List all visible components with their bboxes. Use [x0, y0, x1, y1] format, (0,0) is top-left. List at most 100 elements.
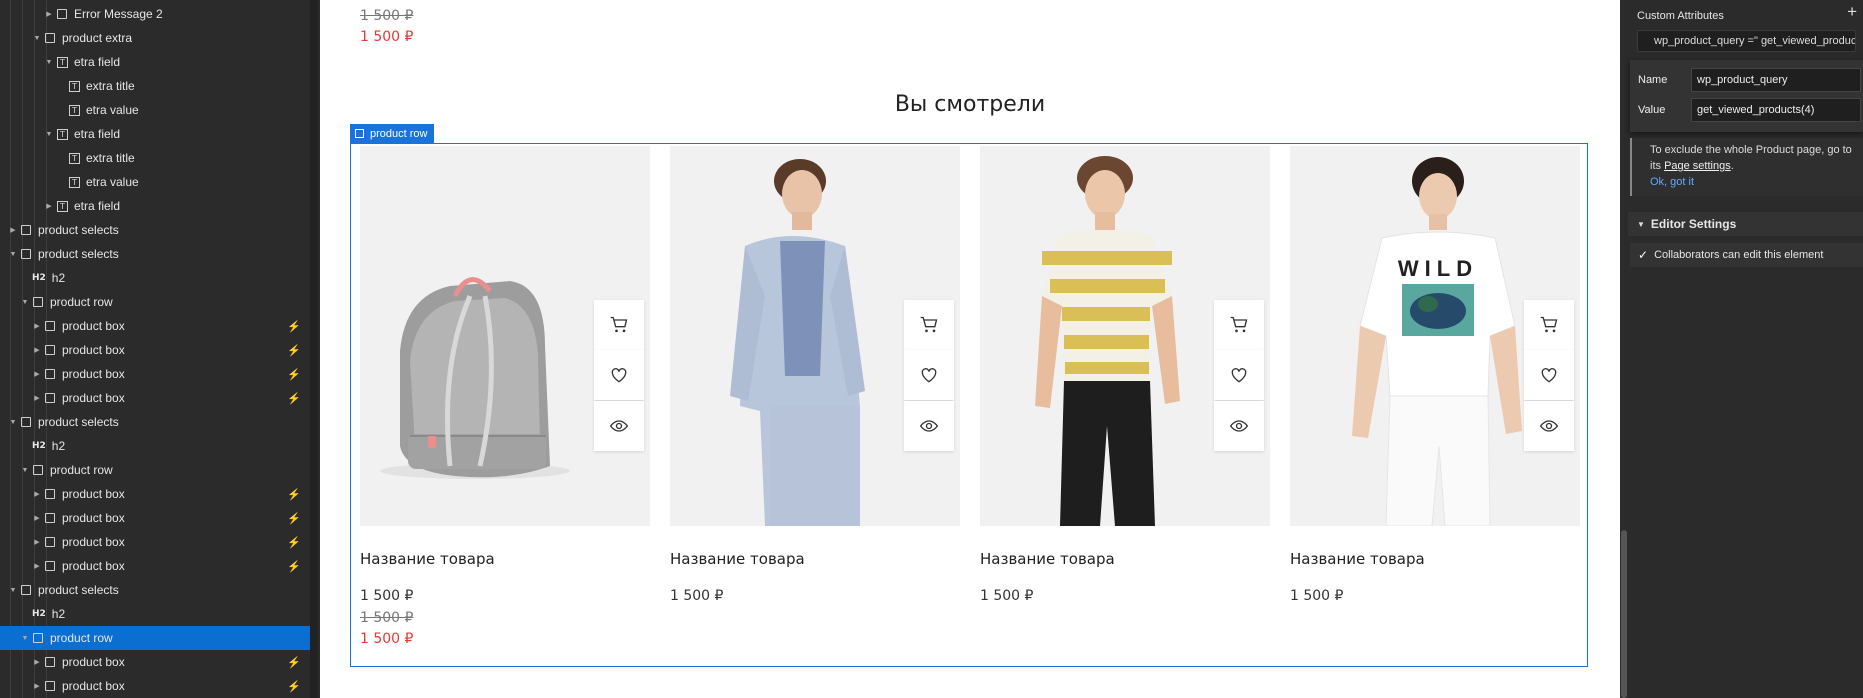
caret-right-icon[interactable]: ▶	[44, 10, 54, 18]
navigator-item[interactable]: ▼ Tetra field	[0, 50, 310, 74]
product-card[interactable]: Название товара 1 500 ₽	[670, 146, 960, 656]
heart-icon	[611, 368, 627, 383]
add-to-cart-button[interactable]	[1524, 300, 1574, 350]
caret-down-icon[interactable]: ▼	[8, 587, 18, 594]
navigator-item[interactable]: ▶ Tetra field	[0, 194, 310, 218]
product-row-tag[interactable]: product row	[350, 124, 435, 143]
navigator-item[interactable]: ▶ product box ⚡	[0, 506, 310, 530]
caret-right-icon[interactable]: ▶	[32, 346, 42, 354]
navigator-item[interactable]: Tetra value	[0, 170, 310, 194]
caret-down-icon[interactable]: ▼	[20, 467, 30, 474]
box-icon	[45, 537, 55, 547]
caret-down-icon[interactable]: ▼	[44, 131, 54, 138]
add-to-cart-button[interactable]	[594, 300, 644, 350]
caret-right-icon[interactable]: ▶	[32, 370, 42, 378]
caret-right-icon[interactable]: ▶	[32, 562, 42, 570]
product-name[interactable]: Название товара	[980, 550, 1115, 568]
heart-icon	[921, 368, 937, 383]
navigator-item[interactable]: ▼ Tetra field	[0, 122, 310, 146]
caret-right-icon[interactable]: ▶	[32, 490, 42, 498]
caret-down-icon[interactable]: ▼	[8, 251, 18, 258]
navigator-item[interactable]: ▶ product box ⚡	[0, 674, 310, 698]
navigator-item[interactable]: ▼ product selects	[0, 410, 310, 434]
add-to-cart-button[interactable]	[1214, 300, 1264, 350]
exclude-page-notice: To exclude the whole Product page, go to…	[1630, 138, 1863, 196]
panel-empty-area	[1628, 270, 1863, 698]
navigator-item[interactable]: ▶ Error Message 2	[0, 2, 310, 26]
navigator-item[interactable]: H2 h2	[0, 602, 310, 626]
caret-right-icon[interactable]: ▶	[32, 322, 42, 330]
caret-down-icon[interactable]: ▼	[44, 59, 54, 66]
navigator-item[interactable]: ▶ product box ⚡	[0, 386, 310, 410]
navigator-item[interactable]: ▶ product box ⚡	[0, 650, 310, 674]
caret-right-icon[interactable]: ▶	[32, 514, 42, 522]
caret-down-icon[interactable]: ▼	[32, 35, 42, 42]
bolt-icon: ⚡	[287, 512, 301, 525]
caret-down-icon[interactable]: ▼	[8, 419, 18, 426]
navigator-item[interactable]: H2 h2	[0, 434, 310, 458]
caret-right-icon[interactable]: ▶	[32, 538, 42, 546]
quick-view-button[interactable]	[904, 401, 954, 451]
cart-icon	[610, 316, 628, 333]
wishlist-button[interactable]	[1214, 350, 1264, 400]
attribute-name-field[interactable]: wp_product_query	[1691, 68, 1861, 92]
product-card[interactable]: Название товара 1 500 ₽	[980, 146, 1270, 656]
bolt-icon: ⚡	[287, 560, 301, 573]
product-name[interactable]: Название товара	[360, 550, 495, 568]
quick-view-button[interactable]	[594, 401, 644, 451]
canvas-scrollbar[interactable]	[1620, 0, 1628, 698]
navigator-item[interactable]: ▶ product box ⚡	[0, 530, 310, 554]
navigator-item[interactable]: ▼ product selects	[0, 242, 310, 266]
heart-icon	[1541, 368, 1557, 383]
editor-settings-header[interactable]: ▼ Editor Settings	[1628, 212, 1863, 236]
custom-attribute-chip[interactable]: wp_product_query =" get_viewed_products(…	[1637, 30, 1856, 52]
wishlist-button[interactable]	[904, 350, 954, 400]
bolt-icon: ⚡	[287, 488, 301, 501]
caret-right-icon[interactable]: ▶	[8, 226, 18, 234]
navigator-item[interactable]: ▶ product box ⚡	[0, 554, 310, 578]
navigator-item[interactable]: ▼ product selects	[0, 578, 310, 602]
navigator-scrollbar[interactable]	[310, 0, 318, 698]
quick-view-button[interactable]	[1214, 401, 1264, 451]
product-card[interactable]: Название товара 1 500 ₽ 1 500 ₽ 1 500 ₽	[360, 146, 650, 656]
wishlist-button[interactable]	[1524, 350, 1574, 400]
navigator-item[interactable]: Textra title	[0, 146, 310, 170]
add-to-cart-button[interactable]	[904, 300, 954, 350]
product-sale-price: 1 500 ₽	[360, 631, 414, 647]
caret-right-icon[interactable]: ▶	[44, 202, 54, 210]
navigator-item[interactable]: ▼ product extra	[0, 26, 310, 50]
navigator-item[interactable]: H2 h2	[0, 266, 310, 290]
heading-h2-icon: H2	[32, 441, 46, 451]
plus-icon[interactable]: +	[1847, 2, 1857, 22]
product-card[interactable]: WILD Название товара 1 500 ₽	[1290, 146, 1580, 656]
custom-attributes-title: Custom Attributes	[1637, 10, 1724, 22]
attribute-editor-popover: Name wp_product_query Value get_viewed_p…	[1630, 60, 1863, 132]
navigator-item[interactable]: ▶ product box ⚡	[0, 362, 310, 386]
notice-period: .	[1730, 160, 1734, 172]
product-name[interactable]: Название товара	[670, 550, 805, 568]
caret-down-icon[interactable]: ▼	[20, 635, 30, 642]
caret-down-icon[interactable]: ▼	[20, 299, 30, 306]
ok-got-it-link[interactable]: Ok, got it	[1650, 174, 1863, 190]
navigator-item[interactable]: ▶ product box ⚡	[0, 482, 310, 506]
navigator-item[interactable]: ▼ product row	[0, 458, 310, 482]
checkmark-icon[interactable]: ✓	[1638, 248, 1648, 262]
quick-view-button[interactable]	[1524, 401, 1574, 451]
page-settings-link[interactable]: Page settings	[1664, 160, 1731, 172]
cart-icon	[1540, 316, 1558, 333]
navigator-item[interactable]: Tetra value	[0, 98, 310, 122]
caret-right-icon[interactable]: ▶	[32, 658, 42, 666]
navigator-item[interactable]: ▼ product row	[0, 626, 310, 650]
product-name[interactable]: Название товара	[1290, 550, 1425, 568]
navigator-item[interactable]: Textra title	[0, 74, 310, 98]
caret-right-icon[interactable]: ▶	[32, 394, 42, 402]
canvas-scrollbar-thumb[interactable]	[1621, 530, 1627, 698]
navigator-item[interactable]: ▶ product box ⚡	[0, 338, 310, 362]
wishlist-button[interactable]	[594, 350, 644, 400]
navigator-item[interactable]: ▶ product selects	[0, 218, 310, 242]
navigator-item[interactable]: ▶ product box ⚡	[0, 314, 310, 338]
caret-right-icon[interactable]: ▶	[32, 682, 42, 690]
attribute-value-field[interactable]: get_viewed_products(4)	[1691, 98, 1861, 122]
collaborators-checkbox-row[interactable]: ✓ Collaborators can edit this element	[1630, 243, 1863, 267]
navigator-item[interactable]: ▼ product row	[0, 290, 310, 314]
